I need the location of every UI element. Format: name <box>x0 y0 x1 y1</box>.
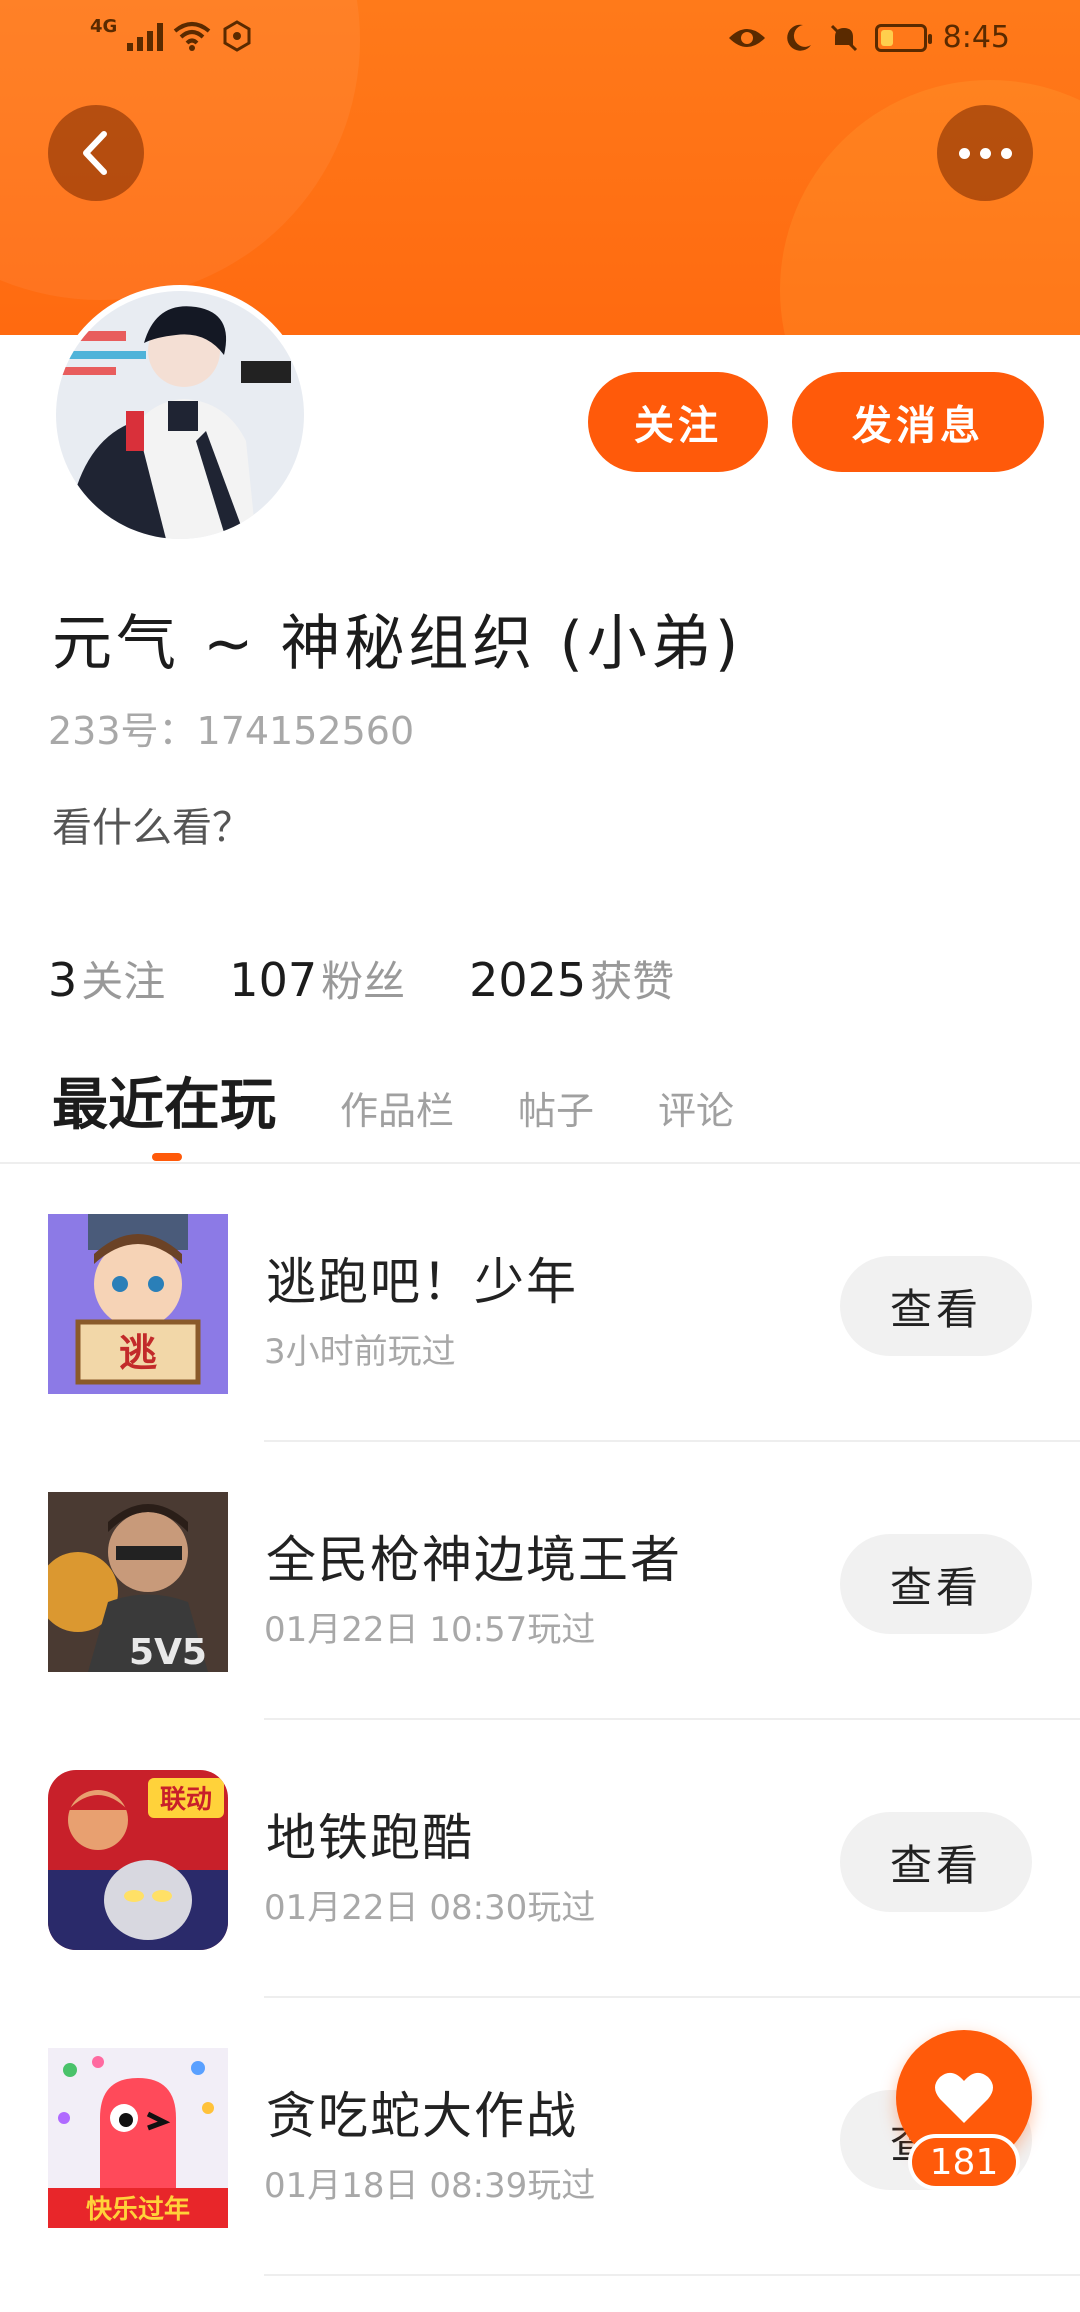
back-button[interactable] <box>48 105 144 201</box>
bell-off-icon <box>830 24 857 51</box>
clock: 8:45 <box>942 20 1010 55</box>
battery-level <box>880 29 893 46</box>
avatar-image <box>56 291 304 539</box>
list-item[interactable]: 联动 地铁跑酷 01月22日 08:30玩过 查看 <box>0 1720 1080 1998</box>
stat-number: 2025 <box>469 953 587 1007</box>
status-bar: 4G 8:45 <box>0 0 1080 80</box>
like-count-badge: 181 <box>908 2134 1020 2190</box>
game-title: 逃跑吧！少年 <box>266 1253 578 1311</box>
game-icon: 快乐过年 <box>48 2048 228 2228</box>
game-icon-text: 联动 <box>160 1785 212 1815</box>
network-type: 4G <box>90 15 118 37</box>
hotspot-icon <box>223 20 251 52</box>
more-options-button[interactable] <box>937 105 1033 201</box>
stat-label: 粉丝 <box>321 957 406 1006</box>
game-title: 全民枪神边境王者 <box>266 1531 682 1589</box>
tab-comments[interactable]: 评论 <box>658 1080 734 1135</box>
stat-label: 获赞 <box>590 957 675 1006</box>
stat-followers[interactable]: 107 粉丝 <box>229 948 405 1009</box>
user-nickname: 元气 ~ 神秘组织 (小弟) <box>52 609 743 679</box>
battery-icon <box>874 23 932 52</box>
view-button[interactable]: 查看 <box>840 1256 1032 1356</box>
tab-recently-played[interactable]: 最近在玩 <box>52 1060 276 1141</box>
game-title: 地铁跑酷 <box>266 1809 474 1867</box>
status-left: 4G <box>90 16 253 52</box>
game-icon: 逃 <box>48 1214 228 1394</box>
user-id: 233号：174152560 <box>48 709 415 753</box>
moon-icon <box>786 24 811 51</box>
avatar[interactable] <box>50 285 310 545</box>
user-bio: 看什么看？ <box>52 805 252 851</box>
send-message-button[interactable]: 发消息 <box>792 372 1044 472</box>
game-played-time: 01月22日 08:30玩过 <box>264 1888 596 1928</box>
stat-number: 107 <box>229 953 318 1007</box>
row-divider <box>264 2274 1080 2276</box>
wifi-icon <box>174 22 211 51</box>
stat-number: 3 <box>48 953 78 1007</box>
chevron-left-icon <box>83 131 107 175</box>
game-icon: 联动 <box>48 1770 228 1950</box>
tab-posts[interactable]: 帖子 <box>518 1080 594 1135</box>
signal-icon <box>127 21 164 51</box>
stat-following[interactable]: 3 关注 <box>48 948 165 1009</box>
heart-icon <box>935 2072 993 2123</box>
game-played-time: 01月22日 10:57玩过 <box>264 1610 596 1650</box>
list-item[interactable]: 逃 逃跑吧！少年 3小时前玩过 查看 <box>0 1164 1080 1442</box>
game-icon-text: 逃 <box>119 1331 157 1375</box>
profile-tabs: 最近在玩 作品栏 帖子 评论 <box>52 1060 734 1141</box>
game-icon-text: 5V5 <box>129 1632 207 1672</box>
game-played-time: 01月18日 08:39玩过 <box>264 2166 596 2206</box>
view-button[interactable]: 查看 <box>840 1812 1032 1912</box>
follow-button[interactable]: 关注 <box>588 372 768 472</box>
more-dots-icon <box>958 147 1012 159</box>
eye-icon <box>728 28 765 47</box>
tab-works[interactable]: 作品栏 <box>340 1080 454 1135</box>
list-item[interactable]: 5V5 全民枪神边境王者 01月22日 10:57玩过 查看 <box>0 1442 1080 1720</box>
active-tab-indicator <box>152 1153 182 1161</box>
game-title: 贪吃蛇大作战 <box>266 2087 578 2145</box>
game-icon: 5V5 <box>48 1492 228 1672</box>
stat-label: 关注 <box>81 957 166 1006</box>
profile-stats: 3 关注 107 粉丝 2025 获赞 <box>48 948 674 1009</box>
stat-likes[interactable]: 2025 获赞 <box>469 948 674 1009</box>
game-icon-text: 快乐过年 <box>86 2194 190 2225</box>
view-button[interactable]: 查看 <box>840 1534 1032 1634</box>
game-played-time: 3小时前玩过 <box>264 1332 456 1372</box>
status-right: 8:45 <box>727 20 1010 55</box>
